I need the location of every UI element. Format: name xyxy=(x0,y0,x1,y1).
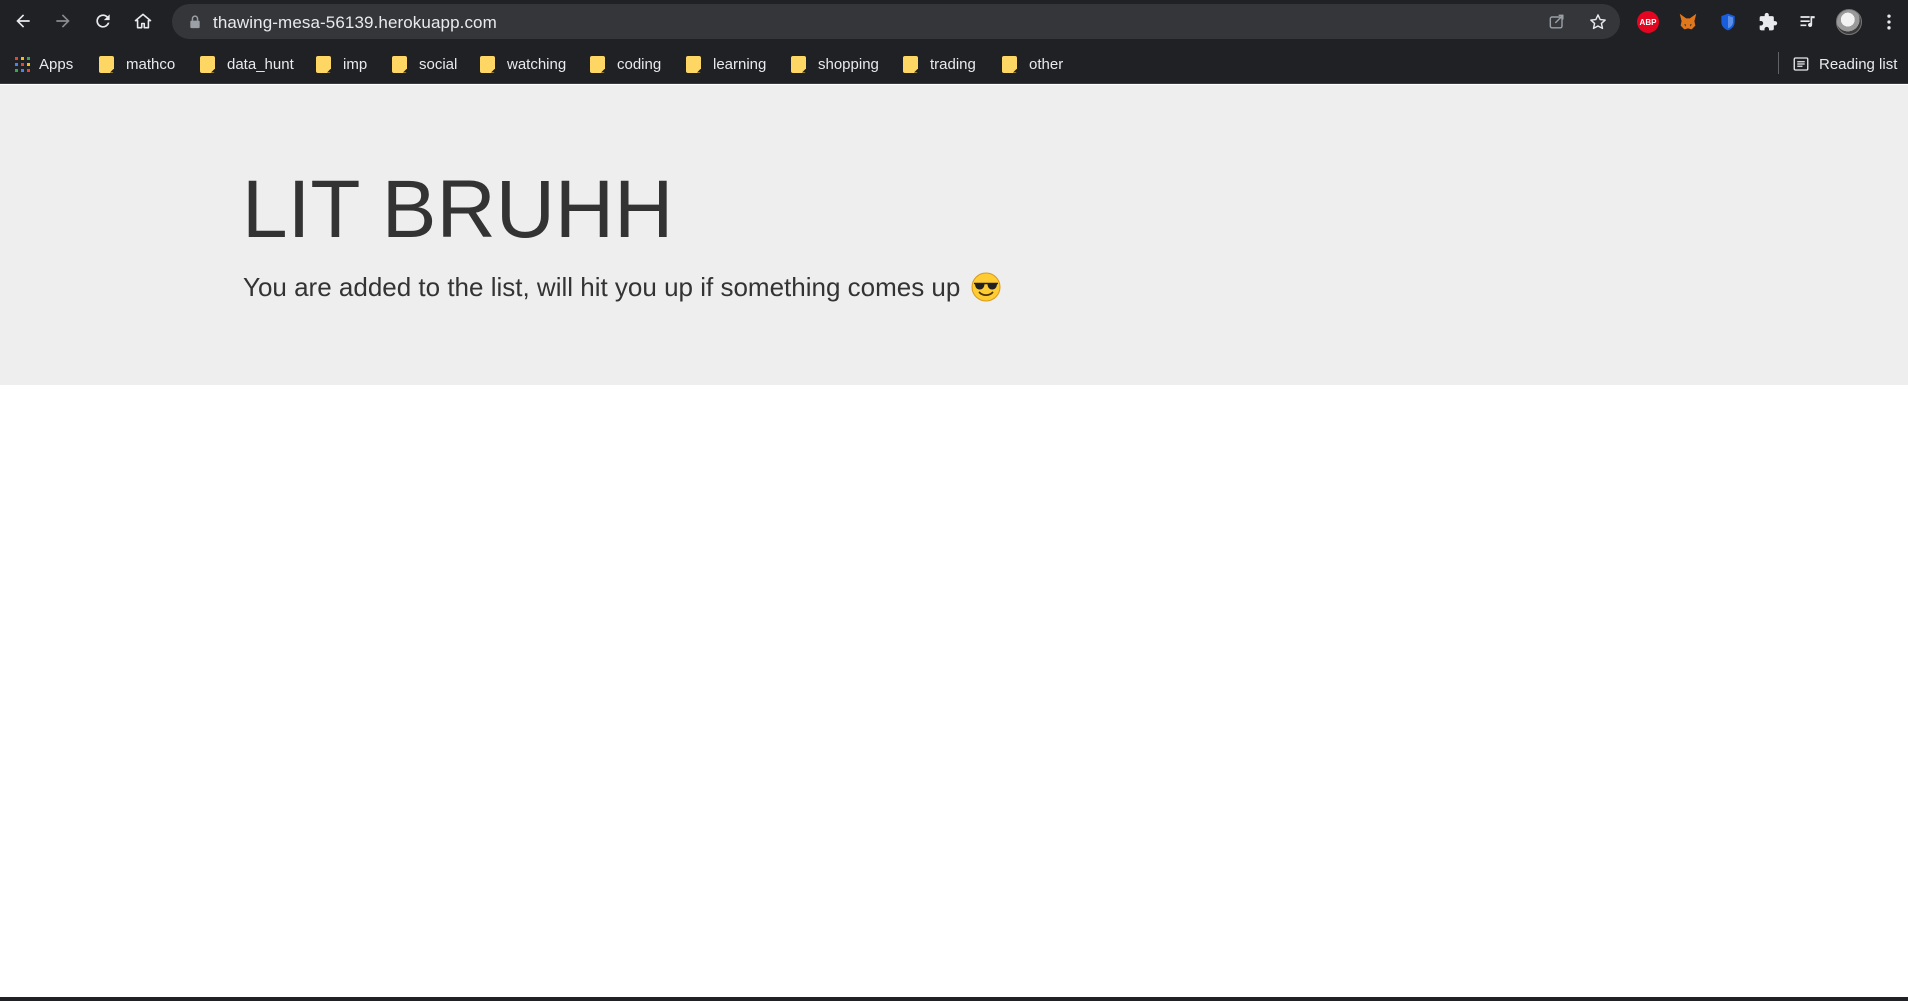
puzzle-icon xyxy=(1759,12,1778,31)
reading-list-button[interactable]: Reading list xyxy=(1792,52,1897,76)
back-button[interactable] xyxy=(8,6,38,36)
abp-badge: ABP xyxy=(1637,11,1659,33)
folder-icon xyxy=(686,55,701,73)
home-button[interactable] xyxy=(128,6,158,36)
confirmation-message: You are added to the list, will hit you … xyxy=(243,271,1002,303)
bookmark-label: shopping xyxy=(818,55,879,73)
extensions-button[interactable] xyxy=(1755,9,1781,35)
bookmark-label: coding xyxy=(617,55,662,73)
bitwarden-icon[interactable] xyxy=(1715,9,1741,35)
bookmark-folder-learning[interactable]: learning xyxy=(686,52,766,76)
reload-button[interactable] xyxy=(88,6,118,36)
folder-icon xyxy=(200,55,215,73)
taskbar-edge xyxy=(0,997,1908,1001)
bookmark-label: other xyxy=(1029,55,1064,73)
bookmark-folder-data-hunt[interactable]: data_hunt xyxy=(200,52,294,76)
menu-button[interactable] xyxy=(1876,9,1902,35)
lock-icon xyxy=(190,15,200,29)
reading-list-label: Reading list xyxy=(1819,55,1898,73)
avatar xyxy=(1836,9,1862,35)
folder-icon xyxy=(316,55,331,73)
adblock-plus-icon[interactable]: ABP xyxy=(1635,9,1661,35)
bookmark-label: mathco xyxy=(126,55,176,73)
bookmark-folder-watching[interactable]: watching xyxy=(480,52,566,76)
share-icon[interactable] xyxy=(1547,12,1567,32)
address-bar[interactable]: thawing-mesa-56139.herokuapp.com xyxy=(172,4,1620,39)
star-icon[interactable] xyxy=(1588,12,1608,32)
bookmarks-bar: Apps mathco data_hunt imp social watchin… xyxy=(0,43,1908,84)
home-icon xyxy=(134,13,152,29)
lead-text: You are added to the list, will hit you … xyxy=(243,271,961,302)
bookmark-label: data_hunt xyxy=(227,55,294,73)
folder-icon xyxy=(392,55,407,73)
folder-icon xyxy=(791,55,806,73)
browser-toolbar: thawing-mesa-56139.herokuapp.com ABP xyxy=(0,0,1908,43)
folder-icon xyxy=(1002,55,1017,73)
fox-icon xyxy=(1679,13,1697,30)
bookmark-label: trading xyxy=(930,55,976,73)
bookmark-folder-coding[interactable]: coding xyxy=(590,52,661,76)
bookmark-folder-shopping[interactable]: shopping xyxy=(791,52,879,76)
folder-icon xyxy=(480,55,495,73)
bookmark-label: imp xyxy=(343,55,368,73)
bookmark-label: watching xyxy=(507,55,567,73)
bookmark-apps[interactable]: Apps xyxy=(15,52,73,76)
bookmark-folder-imp[interactable]: imp xyxy=(316,52,367,76)
folder-icon xyxy=(590,55,605,73)
bookmark-label: social xyxy=(419,55,458,73)
more-vertical-icon xyxy=(1887,14,1891,30)
jumbotron: LIT BRUHH You are added to the list, wil… xyxy=(0,85,1908,385)
bookmark-label: Apps xyxy=(39,55,74,73)
page-title: LIT BRUHH xyxy=(242,164,674,255)
bookmark-folder-trading[interactable]: trading xyxy=(903,52,976,76)
media-control-button[interactable] xyxy=(1795,9,1821,35)
apps-grid-icon xyxy=(15,56,30,72)
reading-list-icon xyxy=(1793,57,1809,71)
bookmark-label: learning xyxy=(713,55,767,73)
profile-button[interactable] xyxy=(1836,9,1862,35)
arrow-left-icon xyxy=(16,14,30,28)
metamask-icon[interactable] xyxy=(1675,9,1701,35)
folder-icon xyxy=(99,55,114,73)
url-text[interactable]: thawing-mesa-56139.herokuapp.com xyxy=(213,13,497,33)
bookmark-folder-mathco[interactable]: mathco xyxy=(99,52,175,76)
shield-icon xyxy=(1721,13,1735,31)
arrow-right-icon xyxy=(56,14,70,28)
playlist-music-icon xyxy=(1800,16,1815,27)
bookmark-folder-other[interactable]: other xyxy=(1002,52,1063,76)
reload-icon xyxy=(96,14,110,28)
smiling-face-with-sunglasses-icon xyxy=(971,272,1001,302)
forward-button[interactable] xyxy=(48,6,78,36)
bookmark-folder-social[interactable]: social xyxy=(392,52,457,76)
folder-icon xyxy=(903,55,918,73)
bookmarks-divider xyxy=(1778,52,1779,74)
